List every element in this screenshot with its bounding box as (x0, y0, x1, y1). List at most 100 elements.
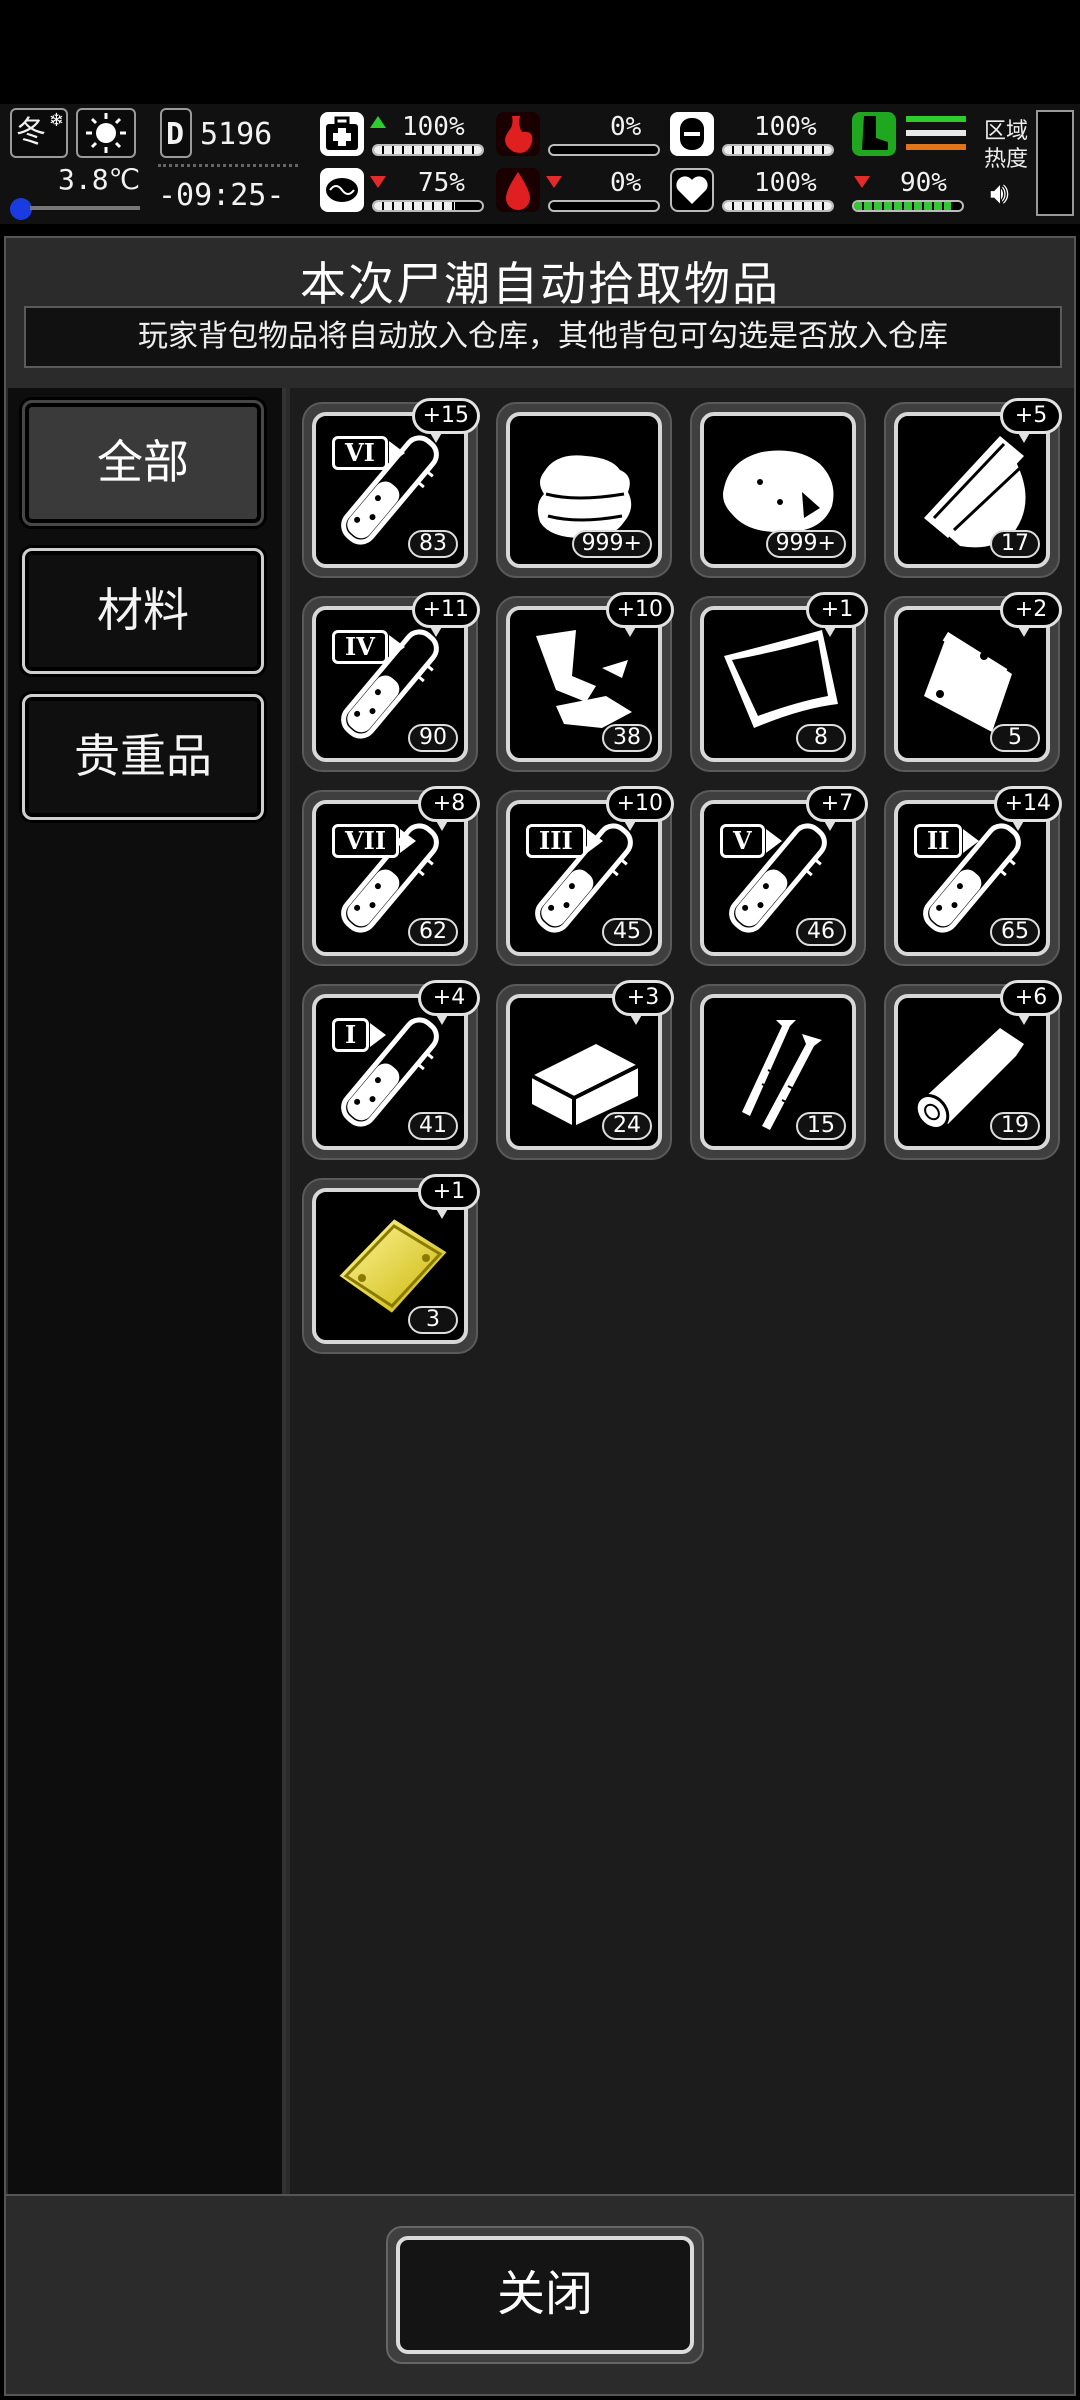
medkit-icon (320, 112, 364, 156)
item-grade-badge: IV (332, 630, 405, 664)
item-bonus-bubble: +10 (605, 786, 674, 831)
speaker-icon[interactable]: 🔊︎ (990, 176, 1009, 211)
shield-bar (722, 144, 834, 156)
stomach-icon (496, 112, 540, 156)
stamina-level-stripes (906, 116, 966, 156)
status-bar: 冬 ❄ 3.8℃ D 5196 -09:25- 100% 75% 0% 0% 1… (0, 104, 1080, 224)
item-count: 24 (602, 1112, 652, 1140)
item-slot[interactable]: 24 +3 (496, 980, 674, 1160)
item-slot[interactable]: III 45 +10 (496, 786, 674, 966)
item-slot[interactable]: 999+ (690, 402, 866, 578)
heart-icon (670, 168, 714, 212)
item-bonus-bubble: +2 (1000, 592, 1062, 637)
area-heat-label: 区域 热度 (984, 119, 1029, 172)
tab-all[interactable]: 全部 (22, 400, 264, 526)
item-slot[interactable]: 17 +5 (884, 398, 1062, 578)
sanity-value: 75% (418, 168, 465, 198)
item-slot-frame: VI 83 (312, 412, 468, 568)
hunger-bar (548, 144, 660, 156)
item-bonus-bubble: +6 (1000, 980, 1062, 1025)
item-count: 5 (990, 724, 1040, 752)
hunger-value: 0% (610, 112, 642, 142)
dialog-title: 本次尸潮自动拾取物品 (300, 257, 780, 311)
snow-icon: ❄ (48, 110, 64, 131)
item-bonus-bubble: +14 (993, 786, 1062, 831)
sun-icon (76, 108, 136, 158)
item-count: 38 (602, 724, 652, 752)
item-count: 45 (602, 918, 652, 946)
health-trend-up-icon (370, 116, 386, 128)
auto-pickup-dialog: 本次尸潮自动拾取物品 玩家背包物品将自动放入仓库，其他背包可勾选是否放入仓库 全… (4, 236, 1076, 2396)
item-slot[interactable]: I 41 +4 (302, 980, 480, 1160)
day-prefix: D (160, 108, 192, 158)
item-grid: VI 83 +15 999+ 999+ 17 +5 IV 90 +11 38 +10 8 +1 5 +2 VII… (290, 388, 1074, 2194)
item-slot[interactable]: 3 +1 (302, 1174, 480, 1354)
item-count: 41 (408, 1112, 458, 1140)
category-sidebar: 全部 材料 贵重品 (8, 388, 286, 2194)
stamina-trend-down-icon (854, 176, 870, 188)
item-bonus-bubble: +7 (806, 786, 868, 831)
item-slot-frame: 38 (506, 606, 662, 762)
day-counter: 5196 (200, 117, 273, 152)
temperature-value: 3.8℃ (58, 163, 141, 196)
shield-icon (670, 112, 714, 156)
area-heat-meter (1036, 110, 1074, 216)
item-count: 3 (408, 1306, 458, 1334)
item-slot[interactable]: 19 +6 (884, 980, 1062, 1160)
season-badge: 冬 ❄ (10, 108, 68, 158)
item-count: 17 (990, 530, 1040, 558)
thirst-trend-down-icon (546, 176, 562, 188)
tab-valuables[interactable]: 贵重品 (22, 694, 264, 820)
item-slot[interactable]: V 46 +7 (690, 786, 868, 966)
item-slot[interactable]: IV 90 +11 (302, 592, 480, 772)
item-slot-frame: IV 90 (312, 606, 468, 762)
brain-icon (320, 168, 364, 212)
item-slot-frame: 999+ (700, 412, 856, 568)
item-bonus-bubble: +10 (605, 592, 674, 637)
item-count: 46 (796, 918, 846, 946)
sanity-trend-down-icon (370, 176, 386, 188)
item-slot[interactable]: 8 +1 (690, 592, 868, 772)
item-count: 8 (796, 724, 846, 752)
item-bonus-bubble: +8 (418, 786, 480, 831)
heart-bar (722, 200, 834, 212)
item-bonus-bubble: +1 (418, 1174, 480, 1219)
item-count: 83 (408, 530, 458, 558)
shield-value: 100% (754, 112, 817, 142)
item-bonus-bubble: +4 (418, 980, 480, 1025)
item-slot-frame: II 65 (894, 800, 1050, 956)
item-bonus-bubble: +5 (1000, 398, 1062, 443)
sanity-bar (372, 200, 484, 212)
item-slot[interactable]: 15 (690, 984, 866, 1160)
item-grade-badge: V (720, 824, 782, 858)
item-slot-frame: 999+ (506, 412, 662, 568)
stamina-bar (852, 200, 964, 212)
blood-drop-icon (496, 168, 540, 212)
close-button-label: 关闭 (396, 2236, 694, 2354)
item-count: 999+ (765, 530, 846, 558)
heart-value: 100% (754, 168, 817, 198)
item-slot[interactable]: II 65 +14 (884, 786, 1062, 966)
item-grade-badge: I (332, 1018, 387, 1052)
item-count: 15 (796, 1112, 846, 1140)
item-slot[interactable]: 38 +10 (496, 592, 674, 772)
item-grade-badge: VI (332, 436, 405, 470)
item-count: 19 (990, 1112, 1040, 1140)
health-bar (372, 144, 484, 156)
item-count: 999+ (571, 530, 652, 558)
health-value: 100% (402, 112, 465, 142)
tab-materials[interactable]: 材料 (22, 548, 264, 674)
close-button[interactable]: 关闭 (386, 2226, 704, 2364)
item-slot[interactable]: 999+ (496, 402, 672, 578)
item-slot[interactable]: 5 +2 (884, 592, 1062, 772)
boot-icon (852, 112, 896, 156)
item-bonus-bubble: +1 (806, 592, 868, 637)
item-slot-frame: III 45 (506, 800, 662, 956)
temperature-gauge (10, 198, 140, 220)
item-grade-badge: III (526, 824, 603, 858)
item-count: 65 (990, 918, 1040, 946)
season-label: 冬 (16, 115, 46, 150)
item-bonus-bubble: +15 (411, 398, 480, 443)
item-slot[interactable]: VI 83 +15 (302, 398, 480, 578)
item-slot[interactable]: VII 62 +8 (302, 786, 480, 966)
